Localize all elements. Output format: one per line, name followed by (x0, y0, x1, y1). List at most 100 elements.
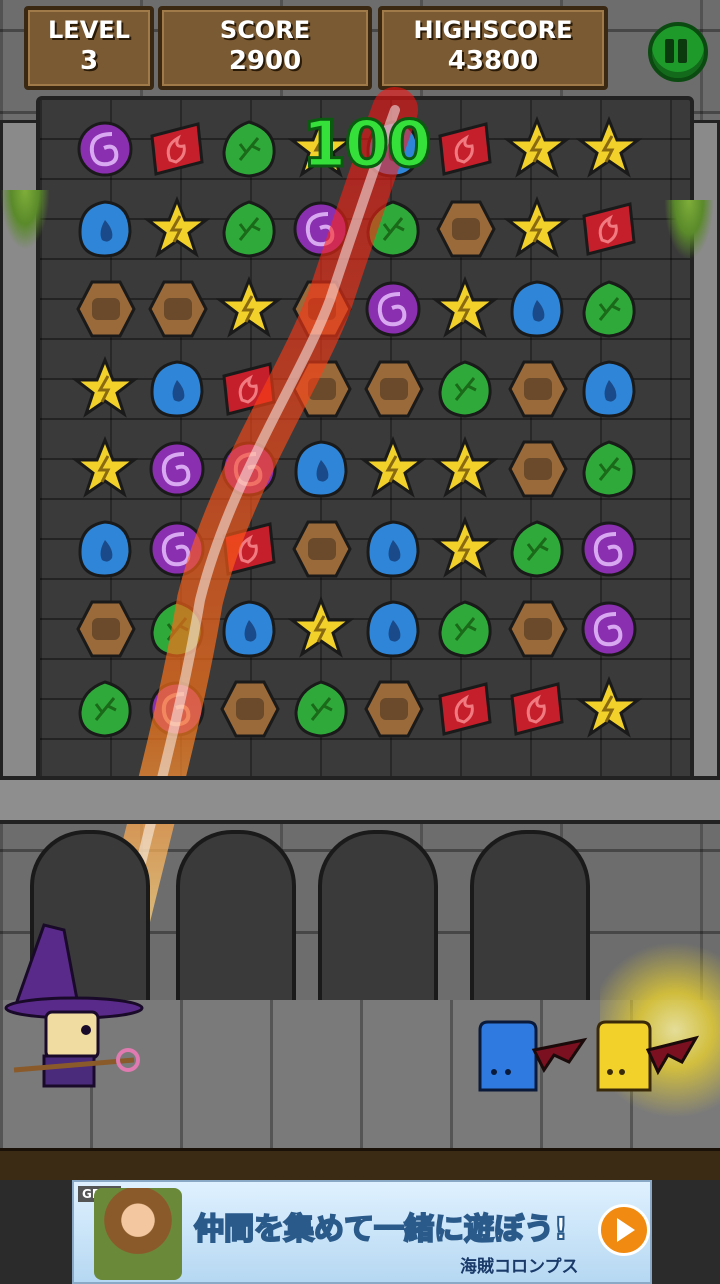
red-flame-gem[interactable] (504, 676, 570, 742)
purple-swirl-gem[interactable] (216, 436, 282, 502)
red-flame-gem[interactable] (576, 196, 642, 262)
purple-swirl-gem[interactable] (72, 116, 138, 182)
brown-rock-gem[interactable] (288, 516, 354, 582)
red-flame-icon (510, 682, 564, 736)
brown-rock-icon (364, 360, 424, 418)
yellow-star-icon (432, 516, 498, 578)
red-flame-gem[interactable] (144, 116, 210, 182)
yellow-star-gem[interactable] (576, 116, 642, 182)
green-leaf-gem[interactable] (432, 356, 498, 422)
yellow-star-gem[interactable] (432, 276, 498, 342)
purple-swirl-gem[interactable] (576, 516, 642, 582)
green-leaf-icon (510, 520, 564, 578)
brown-rock-gem[interactable] (504, 436, 570, 502)
green-leaf-gem[interactable] (216, 196, 282, 262)
yellow-star-icon (144, 196, 210, 258)
red-flame-gem[interactable] (216, 356, 282, 422)
yellow-star-gem[interactable] (72, 356, 138, 422)
green-leaf-gem[interactable] (288, 676, 354, 742)
brown-rock-gem[interactable] (360, 676, 426, 742)
brown-rock-icon (148, 280, 208, 338)
blue-drop-icon (222, 600, 276, 658)
brown-rock-gem[interactable] (72, 596, 138, 662)
red-flame-gem[interactable] (432, 116, 498, 182)
blue-drop-gem[interactable] (288, 436, 354, 502)
blue-drop-gem[interactable] (504, 276, 570, 342)
yellow-star-gem[interactable] (216, 276, 282, 342)
purple-swirl-gem[interactable] (144, 516, 210, 582)
green-leaf-gem[interactable] (72, 676, 138, 742)
purple-swirl-icon (149, 681, 205, 737)
blue-drop-gem[interactable] (216, 596, 282, 662)
yellow-star-gem[interactable] (504, 116, 570, 182)
blue-drop-gem[interactable] (360, 516, 426, 582)
ad-play-button[interactable] (598, 1204, 650, 1256)
green-leaf-gem[interactable] (216, 116, 282, 182)
brown-rock-icon (76, 280, 136, 338)
green-leaf-gem[interactable] (360, 196, 426, 262)
purple-swirl-gem[interactable] (288, 196, 354, 262)
brown-rock-gem[interactable] (432, 196, 498, 262)
green-leaf-gem[interactable] (432, 596, 498, 662)
yellow-star-icon (504, 116, 570, 178)
green-leaf-gem[interactable] (504, 516, 570, 582)
green-leaf-gem[interactable] (576, 436, 642, 502)
highscore-panel: HIGHSCORE 43800 (378, 6, 608, 90)
green-leaf-icon (582, 440, 636, 498)
blue-drop-icon (294, 440, 348, 498)
green-leaf-gem[interactable] (144, 596, 210, 662)
brown-rock-gem[interactable] (216, 676, 282, 742)
moss-decoration (0, 190, 50, 250)
yellow-star-gem[interactable] (432, 436, 498, 502)
score-label: SCORE (219, 16, 311, 44)
score-panel: SCORE 2900 (158, 6, 372, 90)
yellow-star-icon (432, 436, 498, 498)
yellow-star-gem[interactable] (144, 196, 210, 262)
yellow-star-gem[interactable] (288, 596, 354, 662)
brown-rock-gem[interactable] (144, 276, 210, 342)
blue-drop-gem[interactable] (360, 596, 426, 662)
yellow-star-icon (576, 676, 642, 738)
brown-rock-gem[interactable] (504, 596, 570, 662)
yellow-star-icon (216, 276, 282, 338)
purple-swirl-gem[interactable] (576, 596, 642, 662)
brown-rock-gem[interactable] (360, 356, 426, 422)
brown-rock-icon (436, 200, 496, 258)
yellow-star-gem[interactable] (576, 676, 642, 742)
blue-drop-gem[interactable] (144, 356, 210, 422)
blue-drop-icon (150, 360, 204, 418)
purple-swirl-icon (221, 441, 277, 497)
level-panel: LEVEL 3 (24, 6, 154, 90)
ad-banner[interactable]: GREE 仲間を集めて一緒に遊ぼう! 海賊コロンプス (72, 1180, 652, 1284)
green-leaf-icon (438, 600, 492, 658)
brown-rock-gem[interactable] (72, 276, 138, 342)
yellow-star-gem[interactable] (504, 196, 570, 262)
yellow-slime-enemy (596, 1020, 700, 1092)
blue-drop-gem[interactable] (72, 196, 138, 262)
yellow-star-icon (288, 596, 354, 658)
red-flame-icon (438, 682, 492, 736)
purple-swirl-gem[interactable] (144, 436, 210, 502)
yellow-star-gem[interactable] (72, 436, 138, 502)
yellow-star-gem[interactable] (432, 516, 498, 582)
ad-headline: 仲間を集めて一緒に遊ぼう! (193, 1211, 569, 1248)
red-flame-gem[interactable] (432, 676, 498, 742)
brown-rock-gem[interactable] (288, 276, 354, 342)
brown-rock-gem[interactable] (504, 356, 570, 422)
brown-rock-icon (292, 280, 352, 338)
brown-rock-icon (76, 600, 136, 658)
green-leaf-gem[interactable] (576, 276, 642, 342)
blue-drop-gem[interactable] (72, 516, 138, 582)
green-leaf-icon (438, 360, 492, 418)
gem-grid[interactable] (70, 112, 646, 752)
pause-button[interactable] (648, 22, 708, 82)
purple-swirl-gem[interactable] (144, 676, 210, 742)
highscore-value: 43800 (447, 46, 539, 76)
yellow-star-gem[interactable] (360, 436, 426, 502)
red-flame-gem[interactable] (216, 516, 282, 582)
brown-rock-gem[interactable] (288, 356, 354, 422)
purple-swirl-gem[interactable] (360, 276, 426, 342)
green-leaf-icon (150, 600, 204, 658)
blue-drop-gem[interactable] (576, 356, 642, 422)
purple-swirl-icon (149, 441, 205, 497)
